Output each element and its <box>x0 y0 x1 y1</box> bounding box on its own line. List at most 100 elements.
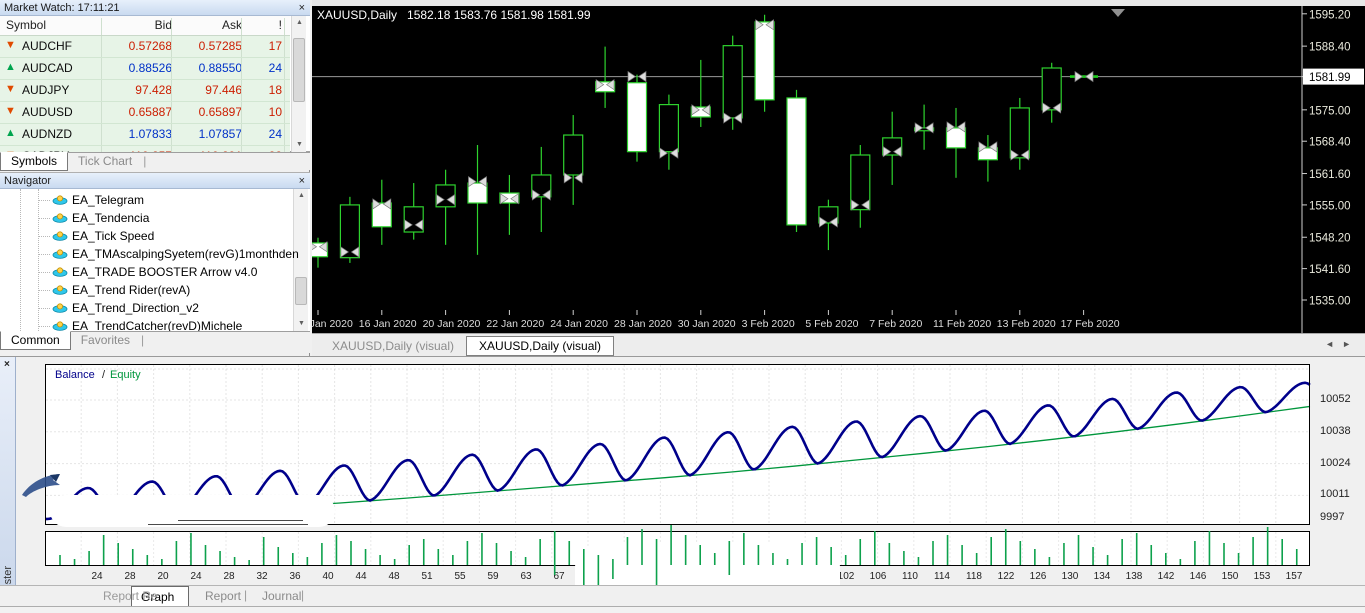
market-watch-tab-tick-chart[interactable]: Tick Chart <box>68 153 142 170</box>
tab-separator: | <box>244 588 247 602</box>
bid-value: 1.07833 <box>102 127 172 141</box>
date-axis-label: 11 Feb 2020 <box>933 318 991 330</box>
legend-equity: Equity <box>110 369 141 381</box>
tester-x-label: 150 <box>1222 571 1239 582</box>
tab-separator: | <box>143 154 146 168</box>
tester-x-label: 55 <box>454 571 466 582</box>
market-watch-rows: ▼AUDCHF0.572680.5728517▲AUDCAD0.885260.8… <box>0 36 290 152</box>
spread-value: 24 <box>242 61 282 75</box>
tester-tab-report[interactable]: Report <box>196 586 250 607</box>
table-row[interactable]: ▼AUDCHF0.572680.5728517 <box>0 36 290 58</box>
navigator-item-label: EA_Tick Speed <box>72 227 154 245</box>
navigator-item-ea-telegram[interactable]: EA_Telegram <box>0 191 310 209</box>
column-divider <box>101 124 102 145</box>
column-divider <box>101 102 102 123</box>
tester-y-label: 10011 <box>1320 488 1364 500</box>
scroll-down-icon[interactable]: ▼ <box>292 138 307 152</box>
tabbar-left-icon[interactable]: ◄ <box>1325 339 1342 349</box>
column-header-[interactable]: ! <box>242 18 282 32</box>
close-icon[interactable]: × <box>299 0 305 16</box>
candlestick-chart[interactable]: 1595.201588.401581.991575.001568.401561.… <box>312 0 1365 333</box>
market-watch-table: SymbolBidAsk! ▼AUDCHF0.572680.5728517▲AU… <box>0 16 310 152</box>
navigator-item-label: EA_Tendencia <box>72 209 149 227</box>
date-axis-label: 28 Jan 2020 <box>614 318 672 330</box>
price-axis-label: 1541.60 <box>1309 264 1351 276</box>
navigator-item-ea-trend-rider-reva-[interactable]: EA_Trend Rider(revA) <box>0 281 310 299</box>
expert-advisor-icon <box>52 194 68 206</box>
column-divider <box>241 58 242 79</box>
tester-x-label: 24 <box>190 571 202 582</box>
column-divider <box>284 18 285 35</box>
close-icon[interactable]: × <box>4 359 10 370</box>
scrollbar-thumb[interactable] <box>293 38 305 102</box>
status-strip <box>0 606 1365 613</box>
price-axis-label: 1535.00 <box>1309 295 1351 307</box>
chart-tab-2[interactable]: XAUUSD,Daily (visual) <box>466 336 614 356</box>
tester-x-label: 67 <box>553 571 565 582</box>
left-column: Market Watch: 17:11:21 × Symbol BidAsk! ▼… <box>0 0 310 356</box>
scroll-up-icon[interactable]: ▲ <box>292 16 307 30</box>
price-axis-label: 1561.60 <box>1309 169 1351 181</box>
tester-x-label: 110 <box>902 571 918 582</box>
market-watch-titlebar[interactable]: Market Watch: 17:11:21 × <box>0 0 310 16</box>
tree-stub <box>38 308 50 309</box>
market-watch-header: Symbol BidAsk! <box>0 16 290 36</box>
bear-candle <box>947 128 966 148</box>
navigator-item-ea-trade-booster-arrow-v4-0[interactable]: EA_TRADE BOOSTER Arrow v4.0 <box>0 263 310 281</box>
separator-line-fragment <box>148 524 308 525</box>
tree-stub <box>38 254 50 255</box>
date-axis-label: 24 Jan 2020 <box>550 318 608 330</box>
table-row[interactable]: ▲AUDNZD1.078331.0785724 <box>0 124 290 146</box>
bid-value: 97.428 <box>102 83 172 97</box>
date-axis-label: 5 Feb 2020 <box>805 318 858 330</box>
column-divider <box>284 80 285 101</box>
tester-x-label: 28 <box>223 571 235 582</box>
column-header-bid[interactable]: Bid <box>102 18 172 32</box>
bear-candle <box>468 183 487 203</box>
bull-candle <box>564 135 583 175</box>
symbol-label: AUDUSD <box>22 105 73 119</box>
column-header-symbol[interactable]: Symbol <box>6 18 96 32</box>
market-watch-tab-symbols[interactable]: Symbols <box>0 152 68 171</box>
chart-region: 1595.201588.401581.991575.001568.401561.… <box>312 0 1365 333</box>
close-icon[interactable]: × <box>299 173 305 189</box>
navigator-item-ea-trendcatcher-revd-michele[interactable]: EA_TrendCatcher(revD)Michele <box>0 317 310 331</box>
expert-advisor-icon <box>52 230 68 242</box>
navigator-tab-favorites[interactable]: Favorites <box>71 332 140 349</box>
bear-candle <box>628 83 647 152</box>
separator-line-fragment <box>178 520 303 521</box>
navigator-item-label: EA_Telegram <box>72 191 144 209</box>
navigator-item-ea-tmascalpingsyetem-revg-1monthden[interactable]: EA_TMAscalpingSyetem(revG)1monthden <box>0 245 310 263</box>
white-overlay-blob <box>50 495 335 527</box>
navigator-item-ea-tendencia[interactable]: EA_Tendencia <box>0 209 310 227</box>
tester-tabs: GraphReport|Journal| <box>0 585 1365 606</box>
column-divider <box>284 102 285 123</box>
chart-tab-1[interactable]: XAUUSD,Daily (visual) <box>320 337 466 355</box>
arrow-up-icon: ▲ <box>5 127 16 139</box>
column-divider <box>241 102 242 123</box>
table-row[interactable]: ▼AUDUSD0.658870.6589710 <box>0 102 290 124</box>
date-axis-label: 14 Jan 2020 <box>312 318 353 330</box>
column-divider <box>171 18 172 35</box>
column-header-ask[interactable]: Ask <box>172 18 242 32</box>
market-watch-scrollbar[interactable]: ▲ ▼ <box>291 16 306 152</box>
arrow-down-icon: ▼ <box>5 83 16 95</box>
tester-y-label: 10024 <box>1320 457 1364 469</box>
navigator-item-ea-trend-direction-v2[interactable]: EA_Trend_Direction_v2 <box>0 299 310 317</box>
navigator-titlebar[interactable]: Navigator × <box>0 173 310 189</box>
column-divider <box>171 36 172 57</box>
tabbar-right-icon[interactable]: ► <box>1342 339 1359 349</box>
ask-value: 1.07857 <box>172 127 242 141</box>
date-axis-label: 22 Jan 2020 <box>486 318 544 330</box>
table-row[interactable]: ▼AUDJPY97.42897.44618 <box>0 80 290 102</box>
tree-stub <box>38 236 50 237</box>
symbol-label: AUDNZD <box>22 127 72 141</box>
date-axis-label: 16 Jan 2020 <box>359 318 417 330</box>
navigator-tab-common[interactable]: Common <box>0 331 71 350</box>
navigator-item-ea-tick-speed[interactable]: EA_Tick Speed <box>0 227 310 245</box>
spread-value: 17 <box>242 39 282 53</box>
table-row[interactable]: ▲AUDCAD0.885260.8855024 <box>0 58 290 80</box>
symbol-label: AUDCAD <box>22 61 73 75</box>
column-divider <box>284 36 285 57</box>
price-axis-label: 1588.40 <box>1309 42 1351 54</box>
